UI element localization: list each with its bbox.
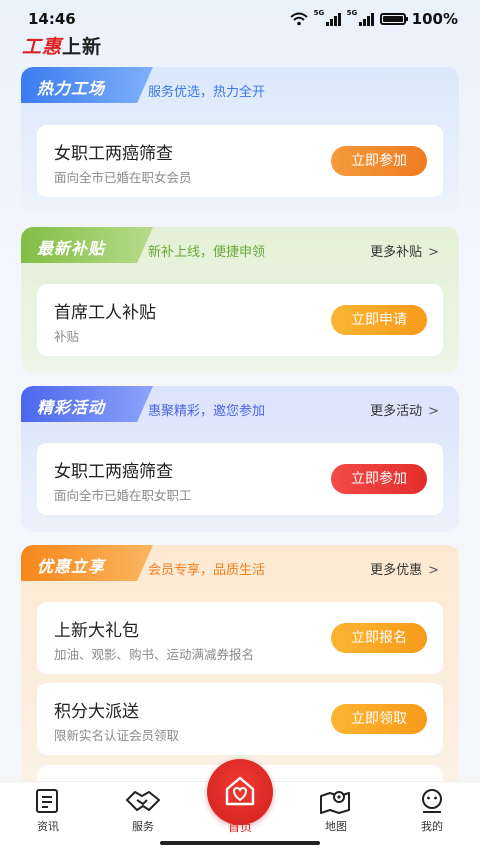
page-title-brand: 工惠 [22, 36, 63, 58]
nav-item-home[interactable] [207, 759, 273, 825]
status-bar: 14:46 5G 5G 100% [0, 0, 480, 30]
more-link-label: 更多优惠 [370, 563, 423, 578]
cellular-signal-icon: 5G [346, 9, 374, 26]
nav-item-profile[interactable]: 我的 [397, 788, 467, 834]
card-description: 限新实名认证会员领取 [54, 728, 180, 743]
section-badge: 热力工场 [21, 67, 153, 103]
chevron-right-icon: > [428, 245, 439, 260]
section-badge: 最新补贴 [21, 227, 153, 263]
card-description: 加油、观影、购书、运动满减券报名 [54, 647, 255, 662]
nav-label-home: 首页 [227, 820, 252, 834]
join-button[interactable]: 立即参加 [331, 464, 427, 494]
more-link-label: 更多补贴 [370, 245, 423, 260]
nav-item-news[interactable]: 资讯 [13, 788, 83, 834]
chevron-right-icon: > [428, 563, 439, 578]
battery-percent: 100% [411, 10, 458, 28]
nav-label: 服务 [132, 820, 154, 833]
section-badge: 精彩活动 [21, 386, 153, 422]
card-description: 面向全市已婚在职女会员 [54, 170, 192, 185]
more-link-label: 更多活动 [370, 404, 423, 419]
map-icon [320, 791, 350, 814]
section-subtitle: 新补上线，便捷申领 [148, 245, 266, 260]
activity-card[interactable]: 女职工两癌筛查 面向全市已婚在职女会员 立即参加 [37, 125, 443, 197]
card-title: 女职工两癌筛查 [54, 144, 173, 164]
section-subtitle: 会员专享，品质生活 [148, 563, 266, 578]
card-description: 面向全市已婚在职女职工 [54, 488, 192, 503]
network-type-label: 5G [313, 9, 325, 17]
page-title: 工惠上新 [22, 32, 102, 59]
home-indicator [160, 841, 320, 845]
section-hot-workshop: 热力工场 服务优选，热力全开 女职工两癌筛查 面向全市已婚在职女会员 立即参加 [21, 67, 459, 214]
status-time: 14:46 [28, 10, 76, 28]
card-title: 首席工人补贴 [54, 303, 156, 323]
battery-icon [379, 13, 408, 25]
claim-button[interactable]: 立即领取 [331, 704, 427, 734]
card-description: 补贴 [54, 329, 80, 344]
page-title-suffix: 上新 [62, 36, 103, 58]
section-header: 优惠立享 会员专享，品质生活 更多优惠 > [21, 545, 459, 585]
wifi-icon [289, 12, 308, 26]
more-benefits-link[interactable]: 更多优惠 > [370, 559, 439, 578]
benefit-card[interactable]: 上新大礼包 加油、观影、购书、运动满减券报名 立即报名 [37, 602, 443, 674]
signup-button[interactable]: 立即报名 [331, 623, 427, 653]
handshake-icon [126, 791, 160, 811]
section-latest-subsidy: 最新补贴 新补上线，便捷申领 更多补贴 > 首席工人补贴 补贴 立即申请 [21, 227, 459, 373]
section-header: 热力工场 服务优选，热力全开 [21, 67, 459, 107]
section-subtitle: 惠聚精彩，邀您参加 [148, 404, 266, 419]
card-title: 积分大派送 [54, 702, 139, 722]
apply-button[interactable]: 立即申请 [331, 305, 427, 335]
cellular-signal-icon: 5G [313, 9, 341, 26]
activity-card[interactable]: 女职工两癌筛查 面向全市已婚在职女职工 立即参加 [37, 443, 443, 515]
join-button[interactable]: 立即参加 [331, 146, 427, 176]
more-subsidies-link[interactable]: 更多补贴 > [370, 241, 439, 260]
home-heart-icon [225, 776, 255, 806]
subsidy-card[interactable]: 首席工人补贴 补贴 立即申请 [37, 284, 443, 356]
chevron-right-icon: > [428, 404, 439, 419]
nav-label: 我的 [421, 820, 443, 833]
nav-label: 地图 [325, 820, 347, 833]
more-activities-link[interactable]: 更多活动 > [370, 400, 439, 419]
benefit-card[interactable]: 积分大派送 限新实名认证会员领取 立即领取 [37, 683, 443, 755]
card-title: 女职工两癌筛查 [54, 462, 173, 482]
section-badge: 优惠立享 [21, 545, 153, 581]
nav-label: 资讯 [37, 820, 59, 833]
news-icon [36, 789, 58, 813]
section-featured-activity: 精彩活动 惠聚精彩，邀您参加 更多活动 > 女职工两癌筛查 面向全市已婚在职女职工… [21, 386, 459, 532]
section-subtitle: 服务优选，热力全开 [148, 85, 266, 100]
nav-item-map[interactable]: 地图 [301, 788, 371, 834]
card-title: 上新大礼包 [54, 621, 139, 641]
section-header: 精彩活动 惠聚精彩，邀您参加 更多活动 > [21, 386, 459, 426]
nav-item-service[interactable]: 服务 [108, 788, 178, 834]
network-type-label: 5G [346, 9, 358, 17]
profile-icon [422, 789, 442, 813]
section-header: 最新补贴 新补上线，便捷申领 更多补贴 > [21, 227, 459, 267]
status-icons: 5G 5G 100% [289, 9, 458, 28]
